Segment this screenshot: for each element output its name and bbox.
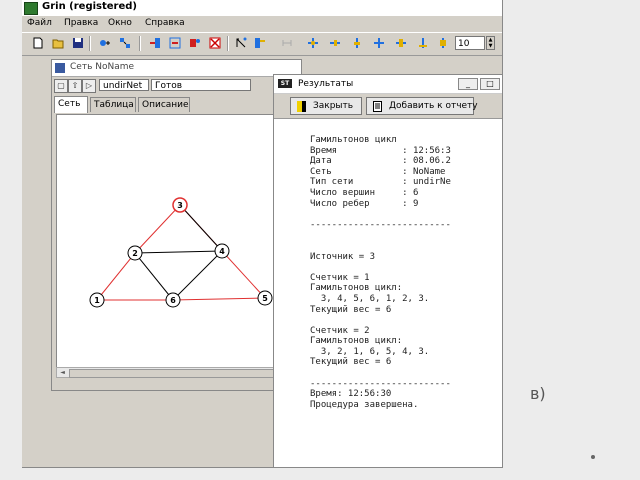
tool-icon[interactable] — [169, 37, 181, 49]
close-results-button[interactable]: Закрыть — [290, 97, 362, 115]
door-icon — [297, 101, 306, 112]
toolbar-separator — [89, 36, 91, 51]
add-to-report-button[interactable]: Добавить к отчету — [366, 97, 478, 115]
tool-icon[interactable] — [351, 37, 363, 49]
graph-type-field[interactable]: undirNet — [99, 79, 149, 91]
graph-edge-6-5[interactable] — [172, 297, 266, 301]
open-folder-icon[interactable] — [52, 37, 64, 49]
title-bar: Grin (registered) — [22, 0, 502, 16]
graph-vertex-label-3: 3 — [177, 201, 183, 210]
spin-arrows[interactable]: ▲ ▼ — [486, 36, 495, 50]
tool-icon[interactable] — [235, 37, 247, 49]
graph-edge-2-1[interactable] — [96, 252, 136, 301]
delete-icon[interactable] — [209, 37, 221, 49]
tool-icon[interactable] — [307, 37, 319, 49]
scroll-thumb[interactable] — [69, 369, 281, 378]
save-icon[interactable] — [72, 37, 84, 49]
graph-drawing: 1 2 3 4 5 6 — [89, 197, 273, 308]
menu-help[interactable]: Справка — [145, 18, 185, 28]
network-window: Сеть NoName ▢ ⇧ ▷ undirNet Готов Сеть Та… — [51, 59, 302, 391]
tool-icon[interactable] — [373, 37, 385, 49]
tool-icon[interactable] — [395, 37, 407, 49]
menu-file[interactable]: Файл — [27, 18, 52, 28]
results-toolbar: Закрыть Добавить к отчету — [274, 94, 502, 119]
tab-table[interactable]: Таблица — [90, 97, 136, 112]
tool-icon[interactable] — [437, 37, 449, 49]
menu-edit[interactable]: Правка — [64, 18, 98, 28]
graph-edge-3-4[interactable] — [179, 204, 223, 252]
toolbar-separator — [227, 36, 229, 51]
results-titlebar: ST Результаты _ □ — [274, 75, 502, 94]
graph-vertex-label-2: 2 — [132, 249, 138, 258]
graph-edge-2-6[interactable] — [134, 252, 174, 301]
tab-network[interactable]: Сеть — [54, 96, 88, 113]
report-icon — [373, 101, 382, 112]
new-file-icon[interactable] — [32, 37, 44, 49]
iteration-count-input[interactable]: 10 — [455, 36, 485, 50]
tool-icon[interactable] — [417, 37, 429, 49]
report-text: Гамильтонов цикл Время : 12:56:3 Дата : … — [310, 135, 451, 410]
app-icon — [24, 2, 38, 15]
add-button-label: Добавить к отчету — [389, 101, 478, 111]
graph-edge-2-4[interactable] — [134, 250, 223, 254]
menu-window[interactable]: Окно — [108, 18, 132, 28]
add-edge-icon[interactable] — [119, 37, 131, 49]
tool-icon[interactable] — [254, 37, 266, 49]
status-dropdown[interactable]: Готов — [151, 79, 251, 91]
menu-bar: Файл Правка Окно Справка — [22, 17, 502, 31]
app-title: Grin (registered) — [42, 1, 137, 12]
maximize-button[interactable]: □ — [480, 78, 500, 90]
network-window-icon — [55, 63, 65, 73]
tool-icon[interactable] — [149, 37, 161, 49]
slide-background: Grin (registered) Файл Правка Окно Справ… — [0, 0, 640, 480]
results-window: ST Результаты _ □ Закрыть Добавить к отч… — [273, 74, 502, 467]
graph-vertex-label-4: 4 — [219, 247, 225, 256]
graph-vertex-label-1: 1 — [94, 296, 100, 305]
scroll-left-icon[interactable]: ◄ — [58, 368, 67, 377]
minimize-button[interactable]: _ — [458, 78, 478, 90]
square-button[interactable]: ▢ — [54, 79, 68, 93]
tool-icon[interactable] — [281, 37, 293, 49]
horizontal-scrollbar[interactable]: ◄ ► — [56, 367, 293, 378]
graph-vertex-label-6: 6 — [170, 296, 176, 305]
tool-icon[interactable] — [329, 37, 341, 49]
close-button-label: Закрыть — [313, 101, 354, 111]
bullet-dot — [591, 455, 595, 459]
application-window: Grin (registered) Файл Правка Окно Справ… — [22, 0, 503, 468]
triangle-button[interactable]: ▷ — [82, 79, 96, 93]
results-window-title: Результаты — [298, 79, 354, 89]
graph-edge-4-6[interactable] — [172, 250, 223, 301]
network-window-titlebar: Сеть NoName — [52, 60, 301, 77]
tab-description[interactable]: Описание — [138, 97, 190, 112]
results-window-icon: ST — [278, 79, 292, 88]
graph-vertex-label-5: 5 — [262, 294, 268, 303]
tool-icon[interactable] — [189, 37, 201, 49]
slide-caption: в) — [530, 384, 546, 403]
network-window-title: Сеть NoName — [70, 62, 135, 72]
toolbar-separator — [139, 36, 141, 51]
up-arrow-button[interactable]: ⇧ — [68, 79, 82, 93]
add-vertex-icon[interactable] — [99, 37, 111, 49]
graph-canvas[interactable]: 1 2 3 4 5 6 — [56, 114, 295, 368]
main-toolbar: 10 ▲ ▼ — [22, 32, 502, 56]
graph-edge-3-2[interactable] — [134, 204, 181, 254]
